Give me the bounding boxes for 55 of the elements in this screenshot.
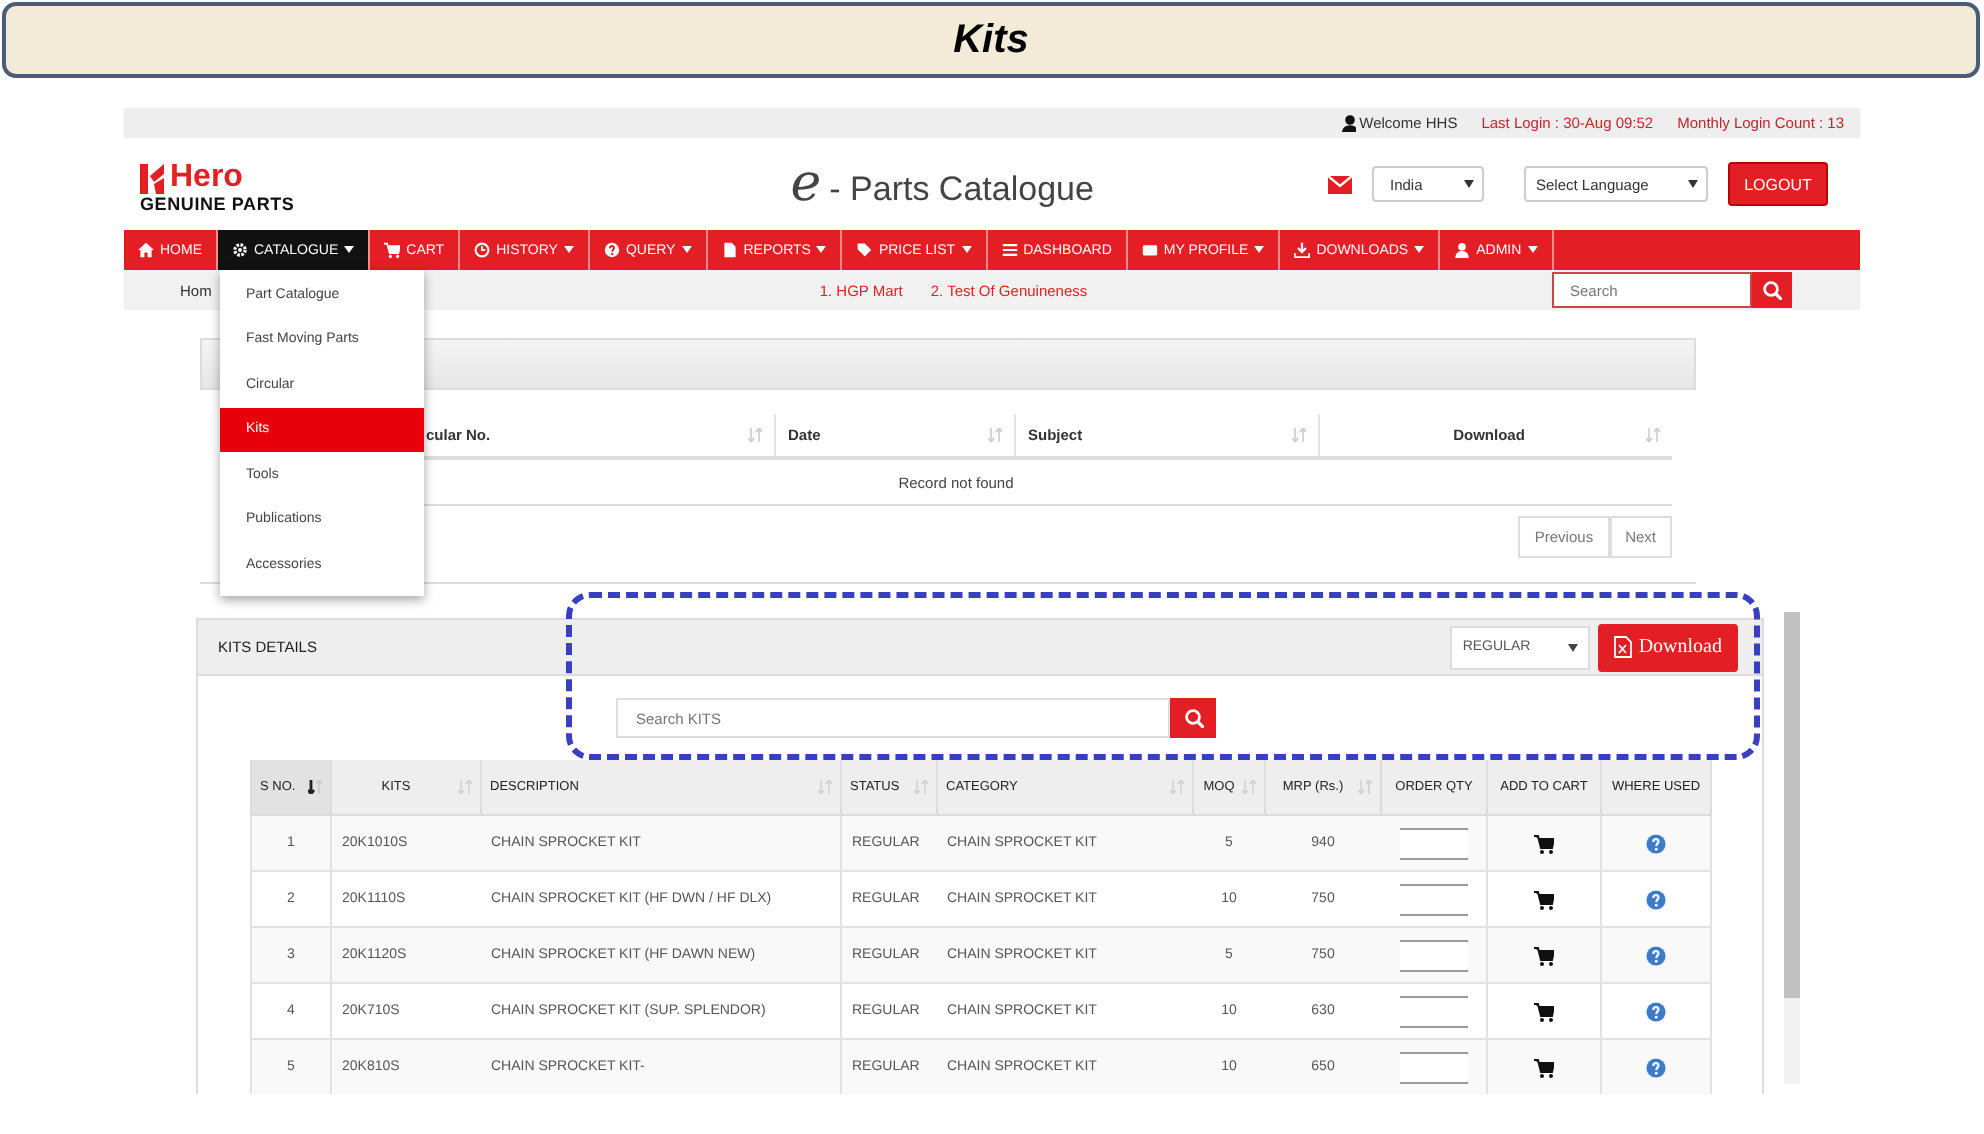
- cart-icon[interactable]: [1534, 889, 1554, 909]
- quantity-field[interactable]: [1399, 827, 1468, 859]
- help-icon[interactable]: [1646, 1001, 1666, 1021]
- logo-tagline: GENUINE PARTS: [140, 194, 295, 214]
- cart-icon[interactable]: [1534, 1057, 1554, 1077]
- sort-icon: [1646, 428, 1660, 442]
- help-icon[interactable]: [1646, 1057, 1666, 1077]
- search-icon: [1762, 280, 1782, 300]
- download-icon: [1294, 242, 1311, 258]
- search-icon: [1183, 708, 1203, 728]
- slide-title: Kits: [953, 17, 1029, 63]
- logout-button[interactable]: LOGOUT: [1728, 162, 1828, 206]
- caret-icon: [1527, 246, 1538, 254]
- cart-icon[interactable]: [1534, 833, 1554, 853]
- tag-icon: [856, 242, 873, 258]
- list-icon: [1001, 242, 1018, 258]
- user-icon: [1339, 114, 1356, 132]
- caret-icon: [681, 246, 692, 254]
- logo-name: Hero: [170, 162, 243, 194]
- search-button[interactable]: [1170, 698, 1216, 738]
- mail-icon: [1328, 175, 1352, 193]
- document-icon: [721, 242, 738, 258]
- cart-icon[interactable]: [1534, 1001, 1554, 1021]
- quantity-field[interactable]: [1399, 939, 1468, 971]
- logo-icon: [140, 163, 164, 193]
- help-icon[interactable]: [1646, 833, 1666, 853]
- app-title-letter: e: [790, 154, 822, 214]
- caret-icon: [816, 246, 827, 254]
- help-icon[interactable]: [1646, 945, 1666, 965]
- user-icon: [1454, 242, 1471, 258]
- gear-icon: [232, 242, 248, 258]
- caret-icon: [563, 246, 574, 254]
- caret-icon: [344, 246, 355, 254]
- cart-icon[interactable]: [1534, 945, 1554, 965]
- search-button[interactable]: [1752, 272, 1792, 308]
- scrollbar[interactable]: [1784, 612, 1800, 1084]
- sort-icon: [988, 428, 1002, 442]
- clock-icon: [474, 242, 491, 258]
- caret-icon: [1414, 246, 1425, 254]
- cart-icon: [384, 242, 401, 258]
- sort-icon: [748, 428, 762, 442]
- caret-icon: [1464, 180, 1474, 188]
- caret-icon: [1688, 180, 1698, 188]
- card-icon: [1141, 242, 1158, 258]
- sort-icon: [1292, 428, 1306, 442]
- help-icon[interactable]: [1646, 889, 1666, 909]
- caret-icon: [1568, 643, 1579, 651]
- caret-icon: [1254, 246, 1265, 254]
- caret-icon: [961, 246, 972, 254]
- home-icon: [138, 242, 154, 258]
- spreadsheet-icon: [1614, 636, 1633, 658]
- download-button[interactable]: Download: [1598, 623, 1738, 671]
- help-icon: [603, 242, 620, 258]
- app-title: - Parts Catalogue: [829, 170, 1094, 210]
- quantity-field[interactable]: [1399, 1051, 1468, 1083]
